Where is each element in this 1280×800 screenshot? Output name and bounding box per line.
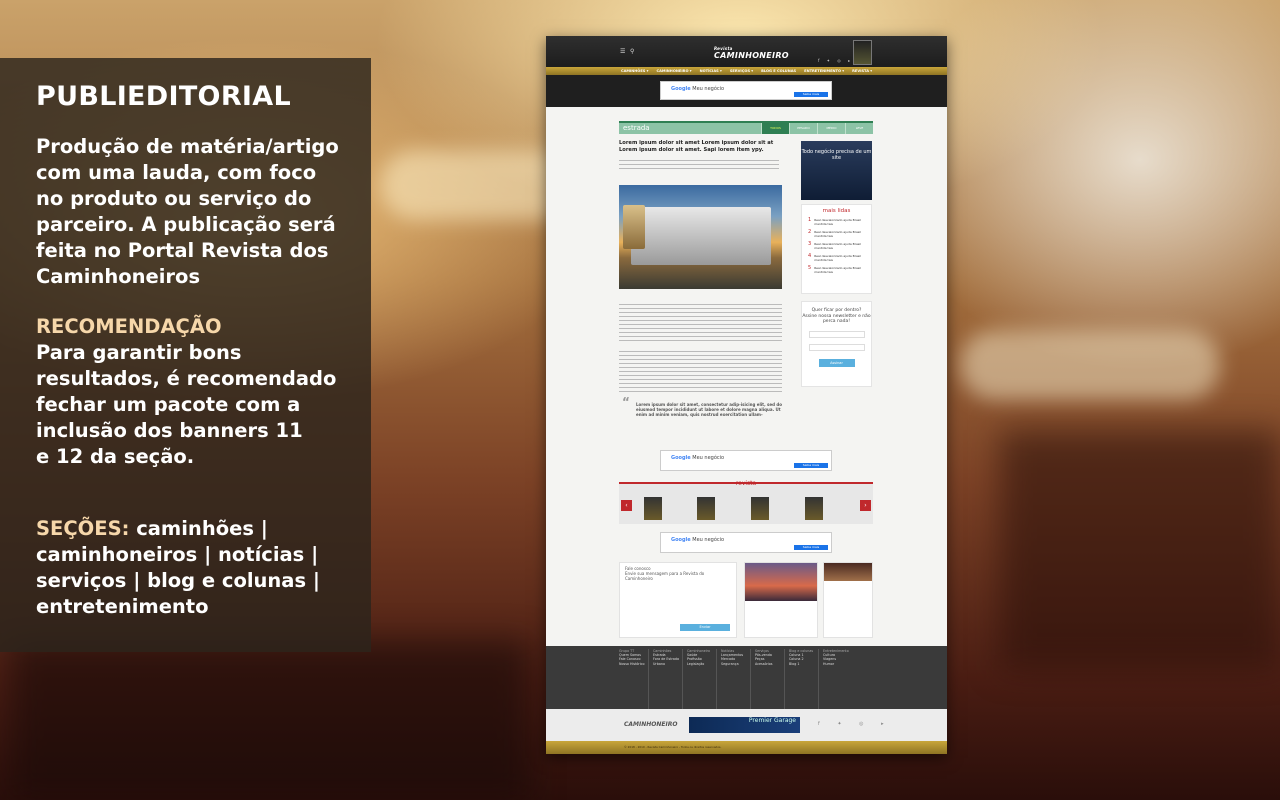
magazine-cover-thumb	[853, 40, 872, 65]
background-light-streak	[960, 330, 1220, 400]
list-item: 5 Real desvalorizado ajuda Brasil mantida…	[808, 265, 862, 274]
mockup-logo: Revista CAMINHONEIRO	[714, 46, 789, 60]
search-icon: ⚲	[630, 48, 635, 55]
banner-ad-lower: Google Meu negócio Saiba mais	[660, 532, 832, 553]
footer-col: Grupo TT Quem Somos Fale Conosco Nosso Hist…	[619, 649, 649, 709]
mockup-footer-brand: CAMINHONEIRO Premier Garage f ✦ ◎ ▸	[546, 709, 947, 741]
sections-label: SEÇÕES:	[36, 517, 130, 540]
newsletter-subtitle: Assine nossa newsletter e não perca nada…	[802, 313, 871, 325]
newsletter-box: Quer ficar por dentro? Assine nossa news…	[801, 301, 872, 387]
social-icons: f ✦ ◎ ▸	[818, 58, 854, 63]
article-lead-lines	[619, 160, 779, 170]
footer-col: Blog e colunas Coluna 1 Coluna 2 Blog 1	[789, 649, 819, 709]
truck-cab-shape	[623, 205, 645, 249]
nav-item: SERVIÇOS ▾	[729, 69, 754, 73]
magazine-cover	[697, 497, 715, 520]
partner-banner: Premier Garage	[689, 717, 800, 733]
banner-ad-top: Google Meu negócio Saiba mais	[660, 81, 832, 100]
top-ad-band: Google Meu negócio Saiba mais	[546, 75, 947, 107]
article-body-lines	[619, 304, 782, 342]
ad-button: Saiba mais	[794, 545, 828, 550]
nav-item: NOTÍCIAS ▾	[699, 69, 722, 73]
section-header: estrada TODOS PESADO MÉDIO LEVE	[619, 121, 873, 134]
twitter-widget	[744, 562, 818, 638]
ad-button: Saiba mais	[794, 92, 828, 97]
tab-medio: MÉDIO	[817, 123, 845, 134]
truck-trailer-shape	[631, 207, 771, 265]
magazine-cover	[751, 497, 769, 520]
article-headline: Lorem ipsum dolor sit amet Lorem ipsum d…	[619, 140, 774, 153]
newsletter-title: Quer ficar por dentro?	[811, 308, 862, 313]
background-truck-shape	[10, 640, 530, 800]
footer-logo: CAMINHONEIRO	[624, 721, 678, 728]
revista-title: revista	[735, 480, 757, 487]
twitter-image	[745, 563, 817, 601]
list-item: 4 Real desvalorizado ajuda Brasil mantida…	[808, 253, 862, 262]
banner-ad-middle: Google Meu negócio Saiba mais	[660, 450, 832, 471]
facebook-widget	[823, 562, 873, 638]
panel-title: PUBLIEDITORIAL	[36, 81, 291, 112]
nav-item: ENTRETENIMENTO ▾	[804, 69, 845, 73]
website-mockup: ☰ ⚲ Revista CAMINHONEIRO f ✦ ◎ ▸ CAMINHÕE…	[546, 36, 947, 754]
background-truck-shape	[1000, 430, 1280, 670]
nav-item: CAMINHÕES ▾	[620, 69, 649, 73]
list-item: 1 Real desvalorizado ajuda Brasil mantida…	[808, 217, 862, 226]
recommendation-heading: RECOMENDAÇÃO	[36, 315, 222, 338]
tab-leve: LEVE	[845, 123, 873, 134]
section-title: estrada	[623, 124, 650, 132]
nav-item: REVISTA ▾	[852, 69, 873, 73]
footer-col: Caminhoneiro Saúde Profissão Legislação	[687, 649, 717, 709]
tab-todos: TODOS	[761, 123, 789, 134]
panel-description: Produção de matéria/artigo com uma lauda…	[36, 135, 339, 288]
footer-col: Serviços Pós-venda Peças Acessórios	[755, 649, 785, 709]
footer-col: Notícias Lançamentos Mercado Segurança	[721, 649, 751, 709]
newsletter-email-field	[808, 343, 865, 351]
contact-form: Fale conosco Envie sua mensagem para a R…	[619, 562, 737, 638]
contact-send-button: Enviar	[680, 624, 730, 631]
mais-lidas-title: mais lidas	[822, 208, 851, 214]
ad-button: Saiba mais	[794, 463, 828, 468]
footer-col: Caminhões Estrada Fora de Estrada Urbano	[653, 649, 683, 709]
facebook-image	[824, 563, 872, 581]
contact-subtitle: Envie sua mensagem para a Revista do Cam…	[625, 571, 705, 581]
footer-col: Entretenimento Cultura Viagens Humor	[823, 649, 849, 666]
mockup-footer-bar: © 2018 - 2019 - Revista Caminhoneiro - T…	[546, 741, 947, 754]
list-item: 3 Real desvalorizado ajuda Brasil mantida…	[808, 241, 862, 250]
list-item: 2 Real desvalorizado ajuda Brasil mantida…	[808, 229, 862, 238]
nav-item: CAMINHONEIRO ▾	[656, 69, 692, 73]
tab-pesado: PESADO	[789, 123, 817, 134]
info-panel: PUBLIEDITORIAL Produção de matéria/artig…	[0, 58, 371, 652]
article-body-lines	[619, 351, 782, 395]
revista-carousel: revista ‹ ›	[619, 480, 873, 524]
mais-lidas-box: mais lidas 1 Real desvalorizado ajuda Bra…	[801, 204, 872, 294]
newsletter-name-field	[808, 330, 865, 338]
carousel-prev-icon: ‹	[621, 500, 632, 511]
section-tabs: TODOS PESADO MÉDIO LEVE	[761, 123, 873, 134]
mockup-footer-links: Grupo TT Quem Somos Fale Conosco Nosso Hist…	[546, 646, 947, 709]
carousel-next-icon: ›	[860, 500, 871, 511]
mockup-header: ☰ ⚲ Revista CAMINHONEIRO f ✦ ◎ ▸	[546, 36, 947, 67]
side-ad: Todo negócio precisa de um site	[801, 141, 872, 200]
menu-icon: ☰	[620, 48, 626, 55]
article-photo	[619, 185, 782, 289]
footer-social-icons: f ✦ ◎ ▸	[818, 721, 892, 727]
sections-line: SEÇÕES: caminhões | caminhoneiros | notí…	[36, 516, 343, 620]
newsletter-button: Assinar	[818, 358, 855, 367]
article-quote: Lorem ipsum dolor sit amet, consectetur …	[622, 400, 782, 417]
magazine-cover	[644, 497, 662, 520]
magazine-cover	[805, 497, 823, 520]
recommendation-text: Para garantir bons resultados, é recomen…	[36, 341, 337, 468]
nav-item: BLOG E COLUNAS	[761, 69, 797, 73]
copyright: © 2018 - 2019 - Revista Caminhoneiro - T…	[624, 745, 722, 749]
mockup-nav: CAMINHÕES ▾ CAMINHONEIRO ▾ NOTÍCIAS ▾ SE…	[546, 67, 947, 75]
